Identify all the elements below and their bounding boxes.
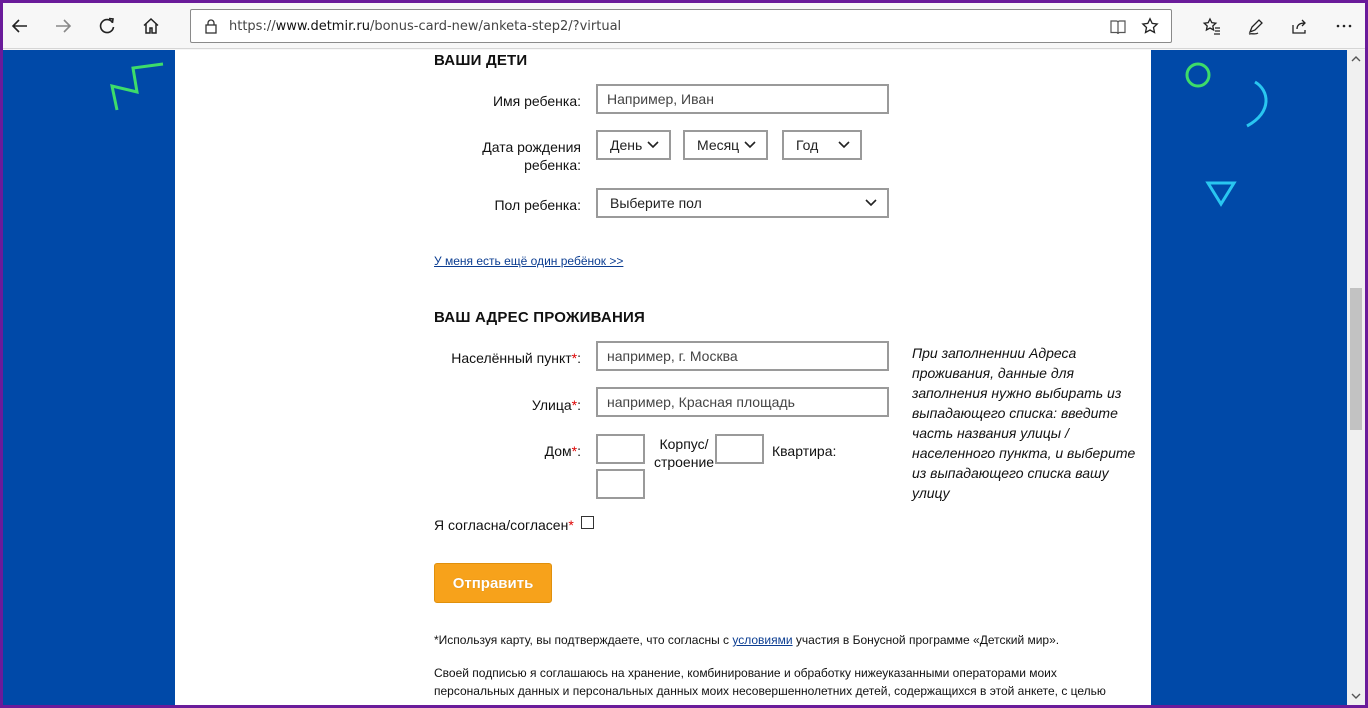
street-label-text: Улица [531,397,572,413]
birth-year-select[interactable]: Год [782,130,862,160]
browser-toolbar: https://www.detmir.ru/bonus-card-new/ank… [3,3,1365,49]
city-label: Населённый пункт*: [415,349,581,367]
home-icon [143,17,159,34]
scroll-up-icon[interactable] [1351,54,1361,64]
triangle-decoration [1205,181,1237,207]
birth-year-value: Год [796,137,819,153]
chevron-down-icon [838,141,850,149]
birth-date-label-line2: ребенка: [524,157,581,173]
street-placeholder: например, Красная площадь [607,394,795,410]
lock-icon [205,19,217,34]
share-button[interactable] [1284,10,1316,42]
url-prefix: https:// [229,19,276,34]
web-page: ВАШИ ДЕТИ Имя ребенка: Например, Иван Да… [3,50,1347,705]
submit-button[interactable]: Отправить [434,563,552,603]
share-icon [1292,19,1306,34]
birth-date-label: Дата рождения ребенка: [435,138,581,174]
colon: : [577,350,581,366]
colon: : [577,397,581,413]
consent-label: Я согласна/согласен* [434,516,594,534]
required-mark: * [568,517,574,533]
address-bar[interactable]: https://www.detmir.ru/bonus-card-new/ank… [190,9,1172,43]
street-input[interactable]: например, Красная площадь [596,387,889,417]
consent-checkbox[interactable] [581,516,594,529]
back-button[interactable] [4,10,36,42]
terms-note: *Используя карту, вы подтверждаете, что … [434,631,1134,649]
notes-button[interactable] [1240,10,1272,42]
child-name-label: Имя ребенка: [492,93,581,109]
building-label-line1: Корпус/ [659,436,709,452]
url-path: /bonus-card-new/anketa-step2/?virtual [369,19,622,34]
gender-value: Выберите пол [610,195,702,211]
street-label: Улица*: [435,396,581,414]
chevron-down-icon [647,141,659,149]
gender-label: Пол ребенка: [494,197,581,213]
url-domain: www.detmir.ru [275,19,370,34]
more-dots-icon [1336,24,1352,28]
terms-link[interactable]: условиями [732,633,792,647]
city-placeholder: например, г. Москва [607,348,738,364]
consent-label-text: Я согласна/согласен [434,517,569,533]
building-label: Корпус/ строение [651,435,717,471]
address-hint: При заполненнии Адреса проживания, данны… [912,345,1136,501]
birth-day-select[interactable]: День [596,130,671,160]
gender-select[interactable]: Выберите пол [596,188,889,218]
apartment-label: Квартира: [772,443,837,459]
children-section-title: ВАШИ ДЕТИ [434,52,528,69]
url-text: https://www.detmir.ru/bonus-card-new/ank… [229,19,621,34]
chevron-down-icon [865,199,877,207]
building-label-line2: строение [653,454,715,470]
scroll-thumb[interactable] [1350,288,1362,430]
browser-window: https://www.detmir.ru/bonus-card-new/ank… [3,3,1365,705]
city-input[interactable]: например, г. Москва [596,341,889,371]
house-input[interactable] [596,434,645,464]
consent-paragraph: Своей подписью я соглашаюсь на хранение,… [434,666,1106,698]
birth-date-label-line1: Дата рождения [482,139,581,155]
forward-button[interactable] [47,10,79,42]
favorites-list-icon [1202,17,1220,35]
building-input[interactable] [715,434,764,464]
birth-month-select[interactable]: Месяц [683,130,768,160]
terms-prefix: *Используя карту, вы подтверждаете, что … [434,633,733,647]
house-label: Дом*: [475,442,581,460]
birth-day-value: День [610,137,643,153]
refresh-button[interactable] [91,10,123,42]
back-arrow-icon [11,19,27,33]
child-name-input[interactable]: Например, Иван [596,84,889,114]
vertical-scrollbar[interactable] [1347,50,1365,705]
favorite-star-icon[interactable] [1141,17,1159,35]
terms-suffix: участия в Бонусной программе «Детский ми… [792,633,1060,647]
zigzag-decoration [110,62,164,111]
city-label-text: Населённый пункт [451,350,572,366]
forward-arrow-icon [56,19,72,33]
arc-decoration [1246,80,1268,128]
apartment-input[interactable] [596,469,645,499]
more-button[interactable] [1328,10,1360,42]
scroll-down-icon[interactable] [1351,691,1361,701]
colon: : [577,443,581,459]
house-label-text: Дом [544,443,572,459]
home-button[interactable] [135,10,167,42]
form-container: ВАШИ ДЕТИ Имя ребенка: Например, Иван Да… [175,50,1151,705]
add-child-link[interactable]: У меня есть ещё один ребёнок >> [434,254,623,268]
child-name-placeholder: Например, Иван [607,91,714,107]
refresh-icon [99,17,115,34]
birth-month-value: Месяц [697,137,740,153]
reading-view-icon[interactable] [1109,18,1127,36]
favorites-button[interactable] [1196,10,1228,42]
pen-icon [1248,19,1263,35]
chevron-down-icon [744,141,756,149]
address-section-title: ВАШ АДРЕС ПРОЖИВАНИЯ [434,309,645,326]
circle-decoration [1185,62,1211,88]
